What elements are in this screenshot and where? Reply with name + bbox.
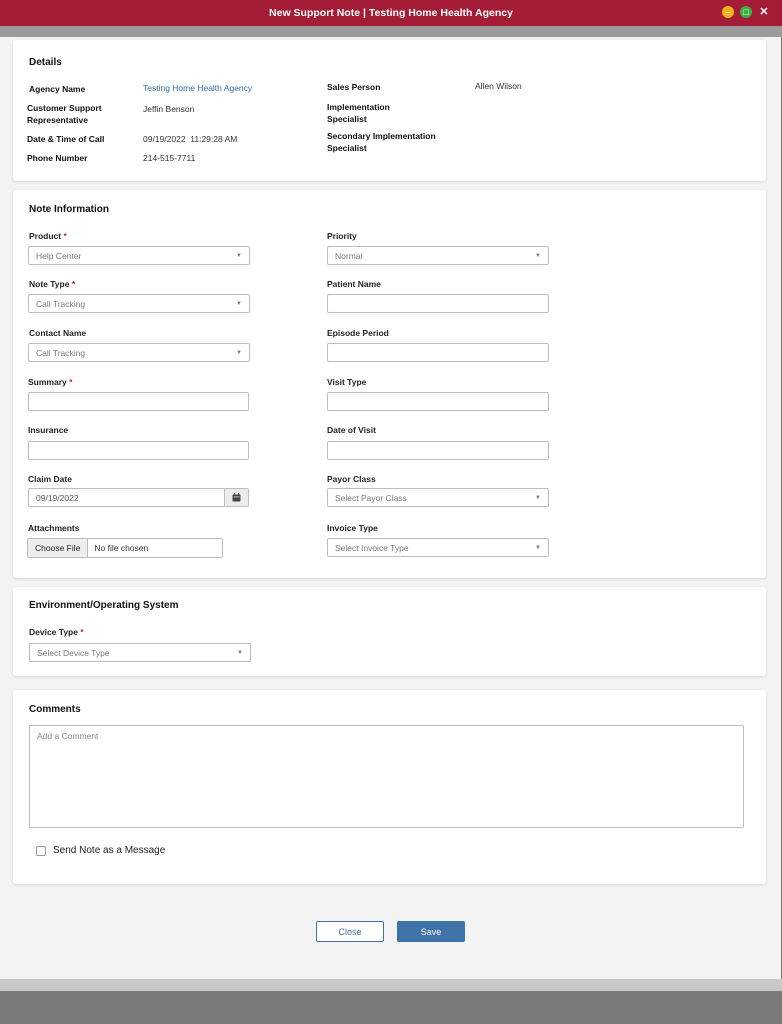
call-time-label: Date & Time of Call bbox=[27, 134, 105, 144]
note-type-label-text: Note Type bbox=[29, 279, 70, 289]
contact-name-select[interactable]: Call Tracking ▼ bbox=[28, 343, 250, 362]
required-mark: * bbox=[80, 627, 84, 637]
payor-class-select[interactable]: Select Payor Class ▼ bbox=[327, 488, 549, 507]
note-information-card: Note Information Product * Help Center ▼… bbox=[13, 190, 766, 578]
patient-name-label: Patient Name bbox=[327, 279, 381, 289]
contact-name-select-value: Call Tracking bbox=[36, 347, 86, 358]
comment-textarea[interactable]: Add a Comment bbox=[29, 725, 744, 828]
priority-select[interactable]: Normal ▼ bbox=[327, 246, 549, 265]
visit-type-input[interactable] bbox=[327, 392, 549, 411]
note-information-title: Note Information bbox=[29, 204, 109, 215]
date-of-visit-input[interactable] bbox=[327, 441, 549, 460]
calendar-button[interactable] bbox=[224, 489, 248, 506]
summary-input[interactable] bbox=[28, 392, 249, 411]
payor-class-label: Payor Class bbox=[327, 474, 376, 484]
choose-file-button[interactable]: Choose File bbox=[28, 539, 89, 557]
window-controls: – □ ✕ bbox=[722, 6, 770, 18]
close-icon: ✕ bbox=[759, 5, 769, 18]
device-type-placeholder: Select Device Type bbox=[37, 647, 110, 658]
details-title: Details bbox=[29, 57, 62, 68]
payor-class-placeholder: Select Payor Class bbox=[335, 492, 407, 503]
required-mark: * bbox=[63, 231, 67, 241]
device-type-label-text: Device Type bbox=[29, 627, 78, 637]
minimize-button[interactable]: – bbox=[722, 6, 734, 18]
visit-type-label: Visit Type bbox=[327, 377, 367, 387]
secondary-impl-label: Secondary Implementation Specialist bbox=[327, 131, 436, 153]
note-type-label: Note Type * bbox=[29, 279, 75, 289]
claim-date-input[interactable]: 09/19/2022 bbox=[28, 488, 249, 507]
invoice-type-placeholder: Select Invoice Type bbox=[335, 542, 409, 553]
summary-label: Summary * bbox=[28, 377, 72, 387]
calendar-icon bbox=[232, 493, 241, 502]
chevron-down-icon: ▼ bbox=[236, 350, 242, 356]
attachments-label: Attachments bbox=[28, 523, 80, 533]
impl-specialist-label: Implementation Specialist bbox=[327, 102, 390, 124]
patient-name-input[interactable] bbox=[327, 294, 549, 313]
agency-name-label: Agency Name bbox=[29, 84, 86, 94]
phone-label: Phone Number bbox=[27, 153, 88, 163]
dialog-top-strip bbox=[0, 26, 782, 37]
claim-date-label: Claim Date bbox=[28, 474, 72, 484]
claim-date-value: 09/19/2022 bbox=[36, 492, 79, 503]
note-type-select-value: Call Tracking bbox=[36, 298, 86, 309]
chevron-down-icon: ▼ bbox=[535, 253, 541, 259]
sales-person-label: Sales Person bbox=[327, 82, 381, 92]
product-label-text: Product bbox=[29, 231, 62, 241]
file-status: No file chosen bbox=[94, 543, 149, 553]
product-label: Product * bbox=[29, 231, 67, 241]
comments-card: Comments Add a Comment Send Note as a Me… bbox=[13, 690, 766, 884]
minimize-icon: – bbox=[725, 6, 731, 17]
close-window-button[interactable]: ✕ bbox=[758, 6, 770, 18]
chevron-down-icon: ▼ bbox=[535, 545, 541, 551]
summary-label-text: Summary bbox=[28, 377, 67, 387]
phone-value: 214-515-7711 bbox=[143, 153, 196, 163]
environment-title: Environment/Operating System bbox=[29, 600, 179, 611]
csr-value: Jeffin Benson bbox=[143, 104, 195, 114]
comments-title: Comments bbox=[29, 704, 81, 715]
close-button[interactable]: Close bbox=[316, 921, 384, 942]
chevron-down-icon: ▼ bbox=[535, 495, 541, 501]
product-select-value: Help Center bbox=[36, 250, 82, 261]
send-as-message-checkbox[interactable] bbox=[36, 846, 46, 856]
save-button[interactable]: Save bbox=[397, 921, 465, 942]
episode-period-input[interactable] bbox=[327, 343, 549, 362]
environment-card: Environment/Operating System Device Type… bbox=[13, 587, 766, 676]
priority-label: Priority bbox=[327, 231, 357, 241]
device-type-label: Device Type * bbox=[29, 627, 84, 637]
send-as-message-label: Send Note as a Message bbox=[53, 845, 166, 856]
invoice-type-label: Invoice Type bbox=[327, 523, 378, 533]
insurance-input[interactable] bbox=[28, 441, 249, 460]
chevron-down-icon: ▼ bbox=[236, 301, 242, 307]
device-type-select[interactable]: Select Device Type ▼ bbox=[29, 643, 251, 662]
sales-person-value: Allen Wilson bbox=[475, 81, 522, 91]
priority-select-value: Normal bbox=[335, 250, 363, 261]
chevron-down-icon: ▼ bbox=[236, 253, 242, 259]
product-select[interactable]: Help Center ▼ bbox=[28, 246, 250, 265]
window-title-bar: New Support Note | Testing Home Health A… bbox=[0, 0, 782, 26]
insurance-label: Insurance bbox=[28, 425, 69, 435]
chevron-down-icon: ▼ bbox=[237, 650, 243, 656]
invoice-type-select[interactable]: Select Invoice Type ▼ bbox=[327, 538, 549, 557]
file-upload: Choose File No file chosen bbox=[27, 538, 223, 558]
date-of-visit-label: Date of Visit bbox=[327, 425, 376, 435]
window-title: New Support Note | Testing Home Health A… bbox=[269, 7, 513, 19]
episode-period-label: Episode Period bbox=[327, 328, 389, 338]
csr-label: Customer Support Representative bbox=[27, 103, 102, 125]
note-type-select[interactable]: Call Tracking ▼ bbox=[28, 294, 250, 313]
call-time-value: 09/19/2022 11:29:28 AM bbox=[143, 134, 238, 144]
required-mark: * bbox=[69, 377, 73, 387]
comment-placeholder: Add a Comment bbox=[37, 731, 99, 741]
contact-name-label: Contact Name bbox=[29, 328, 87, 338]
required-mark: * bbox=[71, 279, 76, 289]
maximize-button[interactable]: □ bbox=[740, 6, 752, 18]
agency-name-link[interactable]: Testing Home Health Agency bbox=[143, 83, 252, 93]
support-note-dialog: Details Agency Name Testing Home Health … bbox=[0, 37, 781, 979]
dialog-bottom-strip bbox=[0, 979, 782, 991]
maximize-icon: □ bbox=[743, 6, 749, 17]
details-card: Details Agency Name Testing Home Health … bbox=[13, 40, 766, 181]
